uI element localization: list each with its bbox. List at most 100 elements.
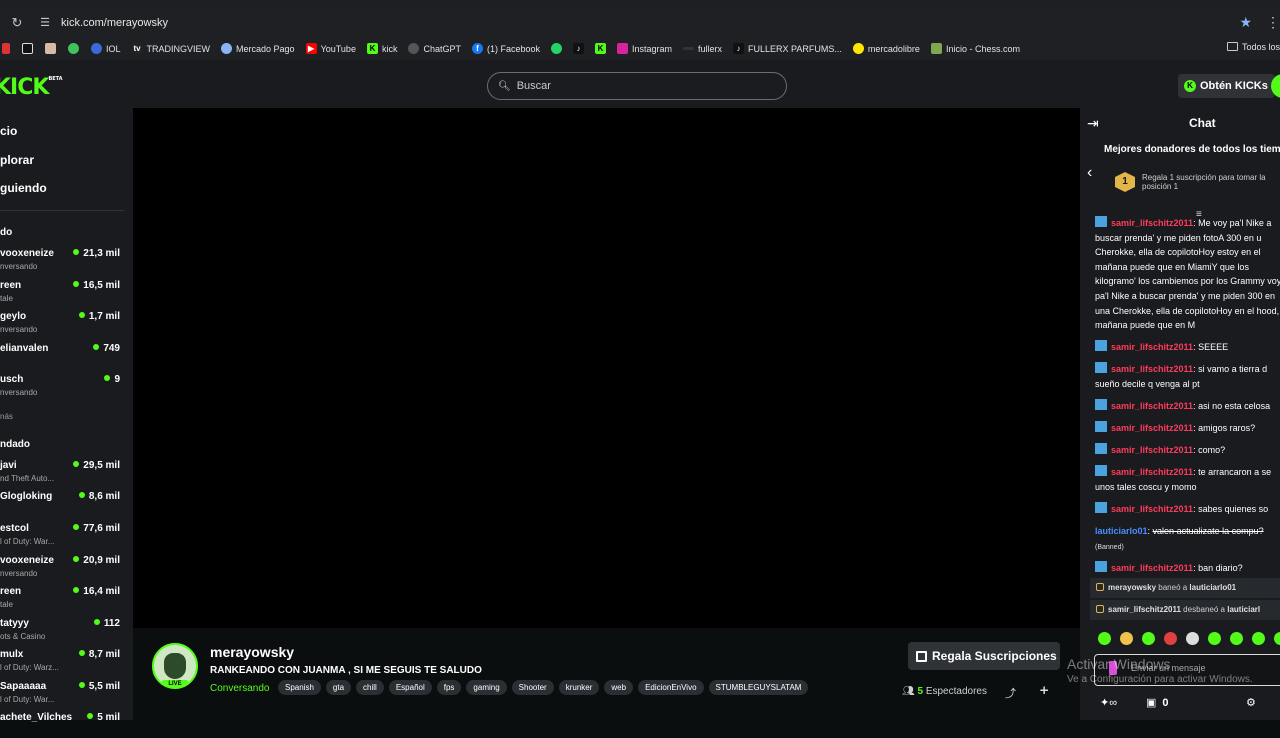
chat-settings-gear-icon[interactable]: ⚙ <box>1246 696 1256 709</box>
chat-username[interactable]: lauticiarlo01 <box>1095 526 1148 536</box>
tag[interactable]: gaming <box>466 680 507 695</box>
mod-actor[interactable]: merayowsky <box>1108 583 1156 592</box>
emote-icon[interactable] <box>1120 632 1133 645</box>
bookmark-kick[interactable]: Kkick <box>366 43 397 54</box>
sidebar-channel[interactable]: reen tale 16,5 mil <box>0 280 124 306</box>
share-icon[interactable]: ⤴ <box>1005 685 1016 701</box>
bookmark-kick-icon[interactable]: K <box>595 43 610 54</box>
tag[interactable]: Shooter <box>511 680 554 695</box>
bookmark-tradingview[interactable]: tv TRADINGVIEW <box>131 43 210 54</box>
menu-icon[interactable]: ⋮ <box>1266 14 1280 31</box>
points-indicator[interactable]: ▣ 0 <box>1146 696 1169 709</box>
sidebar-channel[interactable]: vooxeneize nversando 21,3 mil <box>0 248 124 274</box>
site-info-icon[interactable]: ☰ <box>37 15 53 31</box>
sidebar-nav-following[interactable]: guiendo <box>0 181 47 195</box>
emote-icon[interactable] <box>1164 632 1177 645</box>
bookmark-facebook[interactable]: f (1) Facebook <box>471 43 540 54</box>
chat-username[interactable]: samir_lifschitz2011 <box>1111 423 1193 433</box>
chat-username[interactable]: samir_lifschitz2011 <box>1111 504 1193 514</box>
bookmark-green-icon[interactable] <box>68 43 83 54</box>
video-player[interactable] <box>133 108 1080 628</box>
sidebar-nav-browse[interactable]: plorar <box>0 153 34 167</box>
streamer-name[interactable]: merayowsky <box>210 644 294 660</box>
chat-username[interactable]: samir_lifschitz2011 <box>1111 342 1193 352</box>
mod-target[interactable]: lauticiarl <box>1227 605 1260 614</box>
tag[interactable]: Spanish <box>278 680 321 695</box>
bookmark-fullerx-parfums[interactable]: ♪ FULLERX PARFUMS... <box>733 43 842 54</box>
mod-action-ban: merayowsky baneó a lauticiarlo01 <box>1090 578 1280 598</box>
sidebar-channel[interactable]: achete_Vilches 5 mil <box>0 712 124 738</box>
tag[interactable]: chill <box>356 680 384 695</box>
bookmark-mercadolibre[interactable]: mercadolibre <box>852 43 920 54</box>
bookmark-doc-icon[interactable] <box>45 43 60 54</box>
sidebar-channel[interactable]: javi nd Theft Auto... 29,5 mil <box>0 460 124 486</box>
tag[interactable]: EdicionEnVivo <box>638 680 704 695</box>
mod-target[interactable]: lauticiarlo01 <box>1189 583 1236 592</box>
chat-message: samir_lifschitz2011: Me voy pa'l Nike a … <box>1095 216 1280 331</box>
sidebar-channel[interactable]: geylo nversando 1,7 mil <box>0 311 124 337</box>
channel-viewers: 8,6 mil <box>79 491 120 502</box>
bookmark-fullerx[interactable]: fullerx <box>683 44 722 54</box>
emote-icon[interactable] <box>1098 632 1111 645</box>
stream-category[interactable]: Conversando <box>210 683 269 694</box>
sidebar-channel[interactable]: Glogloking 8,6 mil <box>0 491 124 517</box>
url-text[interactable]: kick.com/merayowsky <box>61 17 168 29</box>
bookmark-black-icon[interactable] <box>22 43 37 54</box>
kick-logo[interactable]: KICKBETA <box>0 75 63 100</box>
reload-icon[interactable]: ↻ <box>9 15 25 31</box>
bookmark-chess[interactable]: Inicio - Chess.com <box>930 43 1020 54</box>
windows-watermark-text: Ve a Configuración para activar Windows. <box>1067 674 1253 685</box>
bookmark-star-icon[interactable]: ★ <box>1239 14 1252 31</box>
chat-username[interactable]: samir_lifschitz2011 <box>1111 445 1193 455</box>
streamer-avatar[interactable]: LIVE <box>152 643 198 689</box>
bookmark-grid-icon[interactable] <box>2 43 14 54</box>
gift-subs-button[interactable]: Regala Suscripciones <box>908 642 1060 670</box>
search-box[interactable]: 🔍︎ <box>487 72 787 100</box>
sidebar-channel[interactable]: reen tale 16,4 mil <box>0 586 124 612</box>
emote-icon[interactable] <box>1142 632 1155 645</box>
all-bookmarks[interactable]: Todos los <box>1226 42 1280 52</box>
tag[interactable]: fps <box>436 680 462 695</box>
bookmark-instagram[interactable]: Instagram <box>617 43 672 54</box>
chat-username[interactable]: samir_lifschitz2011 <box>1111 563 1193 573</box>
bookmark-chatgpt[interactable]: ChatGPT <box>408 43 461 54</box>
search-input[interactable] <box>516 80 767 92</box>
emote-icon[interactable] <box>1208 632 1221 645</box>
emote-icon[interactable] <box>1230 632 1243 645</box>
collapse-chat-icon[interactable]: ⇥ <box>1087 115 1099 132</box>
chat-username[interactable]: samir_lifschitz2011 <box>1111 467 1193 477</box>
sidebar-channel[interactable]: Sapaaaaa l of Duty: War... 5,5 mil <box>0 681 124 707</box>
bookmark-tiktok-icon[interactable]: ♪ <box>573 43 588 54</box>
bookmark-whatsapp-icon[interactable] <box>551 43 566 54</box>
follow-icon[interactable]: ➕︎ <box>1040 685 1048 698</box>
get-kicks-button[interactable]: K Obtén KICKs <box>1178 74 1275 98</box>
sidebar-channel[interactable]: mulx l of Duty: Warz... 8,7 mil <box>0 649 124 675</box>
followers-infinity-icon[interactable]: ✦∞ <box>1100 696 1117 709</box>
channel-category: nversando <box>0 325 38 334</box>
emote-icon[interactable] <box>1252 632 1265 645</box>
tag[interactable]: STUMBLEGUYSLATAM <box>708 680 809 695</box>
tag[interactable]: web <box>604 680 634 695</box>
show-more-link[interactable]: nás <box>0 412 13 421</box>
sidebar-channel[interactable]: elianvalen 749 <box>0 343 124 369</box>
tag[interactable]: Español <box>388 680 432 695</box>
top-donors-heading: Mejores donadores de todos los tiem <box>1104 144 1280 155</box>
emote-icon[interactable] <box>1274 632 1280 645</box>
chevron-left-icon[interactable]: ‹ <box>1087 164 1092 182</box>
bookmark-mercado-pago[interactable]: Mercado Pago <box>221 43 295 54</box>
tag[interactable]: krunker <box>558 680 600 695</box>
sidebar-channel[interactable]: usch nversando 9 <box>0 374 124 400</box>
sidebar-nav-home[interactable]: cio <box>0 124 17 138</box>
bookmark-youtube[interactable]: ▶ YouTube <box>305 43 356 54</box>
tag[interactable]: gta <box>325 680 352 695</box>
sidebar-channel[interactable]: estcol l of Duty: War... 77,6 mil <box>0 523 124 549</box>
sidebar-channel[interactable]: tatyyy ots & Casino 112 <box>0 618 124 644</box>
chat-username[interactable]: samir_lifschitz2011 <box>1111 401 1193 411</box>
emote-icon[interactable] <box>1186 632 1199 645</box>
sidebar-channel[interactable]: vooxeneize nversando 20,9 mil <box>0 555 124 581</box>
mod-actor[interactable]: samir_lifschitz2011 <box>1108 605 1181 614</box>
chat-username[interactable]: samir_lifschitz2011 <box>1111 364 1193 374</box>
channel-viewers: 29,5 mil <box>73 460 120 471</box>
chat-username[interactable]: samir_lifschitz2011 <box>1111 218 1193 228</box>
bookmark-iol[interactable]: IOL <box>91 43 121 54</box>
